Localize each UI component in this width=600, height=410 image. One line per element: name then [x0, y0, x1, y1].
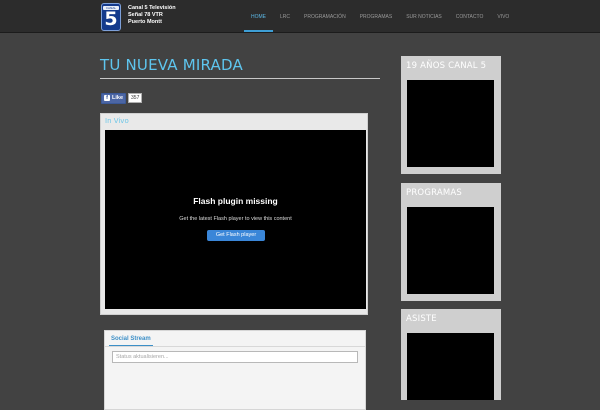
main-content: Tu Nueva Mirada	[100, 55, 381, 75]
nav-contacto[interactable]: Contacto	[449, 0, 491, 32]
nav-vivo[interactable]: Vivo	[490, 0, 516, 32]
sidebar-widget-asiste: Asiste	[401, 309, 501, 400]
title-divider	[100, 78, 380, 79]
sidebar-widget-programas: Programas	[401, 183, 501, 301]
sidebar-widget-aniversario: 19 Años Canal 5	[401, 56, 501, 174]
status-input[interactable]	[112, 351, 358, 363]
brand-text: Canal 5 Televisión Señal 78 VTR Puerto M…	[128, 5, 198, 26]
nav-lrc[interactable]: LRC	[273, 0, 297, 32]
sidebar-widget-title: Programas	[406, 188, 463, 198]
like-count: 357	[128, 93, 143, 103]
nav-programas[interactable]: Programas	[353, 0, 400, 32]
live-player-box: In Vivo Flash plugin missing Get the lat…	[100, 113, 368, 315]
sidebar-widget-title: Asiste	[406, 314, 437, 324]
social-stream-box: Social Stream	[104, 330, 366, 410]
brand-line-3: Puerto Montt	[128, 19, 162, 25]
video-player[interactable]: Flash plugin missing Get the latest Flas…	[105, 130, 366, 309]
get-flash-button[interactable]: Get Flash player	[207, 230, 265, 241]
like-button[interactable]: f Like	[101, 92, 127, 104]
social-divider	[105, 346, 365, 347]
sidebar-video-frame[interactable]	[407, 333, 494, 400]
flash-missing-title: Flash plugin missing	[193, 196, 278, 206]
facebook-icon: f	[104, 95, 110, 101]
canal5-logo[interactable]: CANAL 5	[101, 3, 121, 31]
nav-programacion[interactable]: Programación	[297, 0, 353, 32]
sidebar-video-frame[interactable]	[407, 207, 494, 294]
nav-sur-noticias[interactable]: Sur Noticias	[399, 0, 449, 32]
brand-line-1: Canal 5 Televisión	[128, 5, 176, 11]
player-label: In Vivo	[105, 117, 129, 125]
logo-number: 5	[104, 8, 118, 30]
facebook-like: f Like 357	[101, 92, 143, 104]
flash-missing-subtitle: Get the latest Flash player to view this…	[179, 216, 292, 222]
page-title: Tu Nueva Mirada	[100, 56, 243, 74]
like-label: Like	[112, 95, 124, 101]
sidebar-video-frame[interactable]	[407, 80, 494, 167]
nav-home[interactable]: Home	[244, 0, 273, 32]
brand-line-2: Señal 78 VTR	[128, 12, 163, 18]
site-header: CANAL 5 Canal 5 Televisión Señal 78 VTR …	[0, 0, 600, 33]
main-nav: Home LRC Programación Programas Sur Noti…	[244, 0, 516, 32]
tab-social-stream[interactable]: Social Stream	[109, 334, 153, 346]
sidebar-widget-title: 19 Años Canal 5	[406, 61, 487, 71]
